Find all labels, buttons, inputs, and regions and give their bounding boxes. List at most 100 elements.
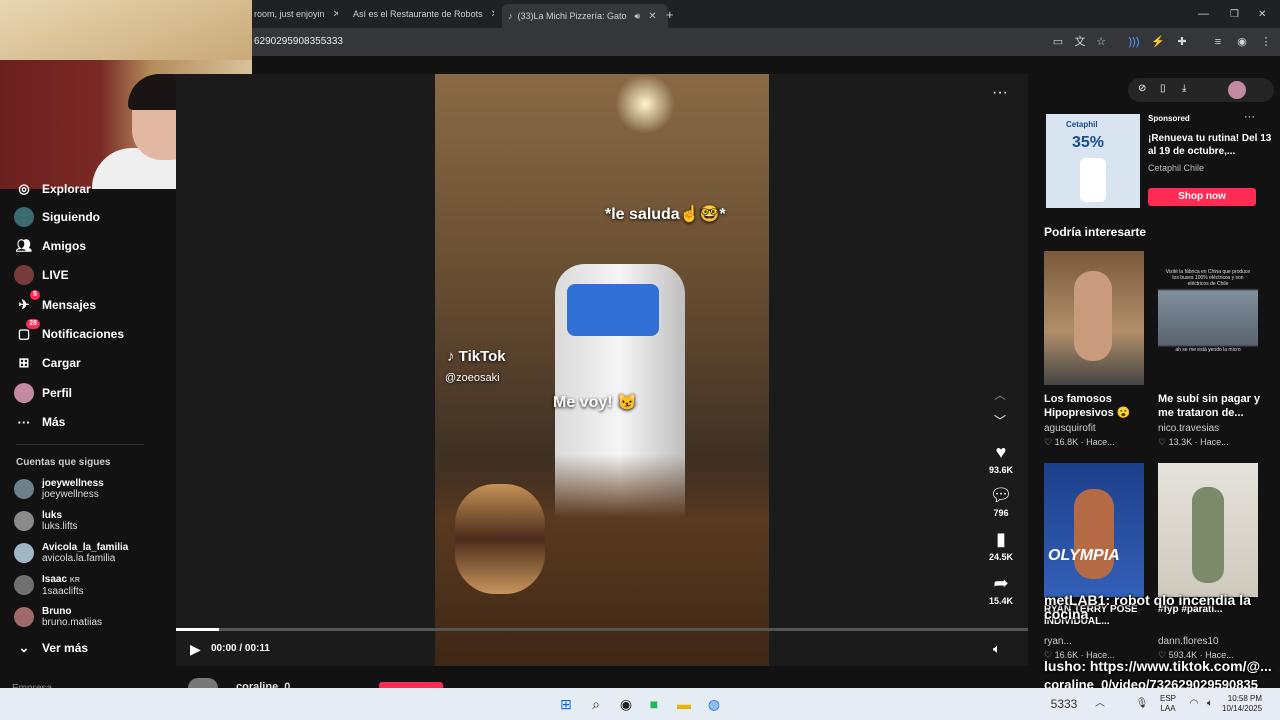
device-icon[interactable]: ▯ <box>1160 83 1166 94</box>
nav-label: Notificaciones <box>42 327 125 341</box>
search-icon[interactable]: ⌕ <box>588 696 604 712</box>
suggestion-user[interactable]: nico.travesias <box>1158 423 1219 434</box>
star-icon[interactable]: ☆ <box>1093 34 1109 50</box>
watermark-user: @zoeosaki <box>445 372 500 384</box>
see-more-button[interactable]: ⌄ Ver más <box>14 636 89 660</box>
windows-start-icon[interactable]: ⊞ <box>558 696 574 712</box>
suggestion-user[interactable]: dann.flores10 <box>1158 636 1219 647</box>
browser-tab-3-active[interactable]: ♪ (33)La Michi Pizzería: Gato 🔊︎ ✕ <box>502 4 668 28</box>
wifi-icon[interactable]: ◠ <box>1186 696 1202 712</box>
chevron-up-icon[interactable]: ︿ <box>1092 696 1108 712</box>
comment-action[interactable]: 💬︎ 796 <box>985 485 1017 518</box>
author-avatar[interactable] <box>188 678 218 688</box>
account-name: Isaac <box>42 573 68 585</box>
sponsored-thumbnail[interactable]: Cetaphil 35% <box>1046 114 1140 208</box>
file-explorer-icon[interactable]: ▬ <box>676 696 692 712</box>
progress-bar[interactable] <box>176 628 1028 631</box>
sponsored-more-icon[interactable]: ··· <box>1244 111 1255 123</box>
cast-icon[interactable]: ▭ <box>1050 34 1066 50</box>
language-indicator[interactable]: ESP LAA <box>1160 694 1176 714</box>
suggestion-user[interactable]: ryan... <box>1044 636 1072 647</box>
nav-cargar[interactable]: ⊞ Cargar <box>14 351 81 375</box>
coins-icon[interactable]: ⊘ <box>1138 83 1146 94</box>
volume-icon[interactable]: 🔈︎ <box>993 641 1001 657</box>
nav-label: Perfil <box>42 386 73 400</box>
app-icon-green[interactable]: ■ <box>646 696 662 712</box>
sponsored-advertiser[interactable]: Cetaphil Chile <box>1148 163 1204 173</box>
bookmark-icon: ▮ <box>996 529 1006 549</box>
suggestion-thumbnail[interactable]: OLYMPIA <box>1044 463 1144 597</box>
live-icon <box>14 265 34 285</box>
likes: 13.3K <box>1168 437 1193 447</box>
extension-icon[interactable]: ⚡ <box>1150 34 1166 50</box>
translate-icon[interactable]: 文 <box>1072 34 1088 50</box>
new-tab-button[interactable]: + <box>666 4 674 24</box>
nav-label: Amigos <box>42 239 87 253</box>
suggestion-title[interactable]: Me subí sin pagar y me trataron de... <box>1158 392 1264 420</box>
extension-audio-icon[interactable]: ))) <box>1126 34 1142 50</box>
bookmark-action[interactable]: ▮ 24.5K <box>985 529 1017 562</box>
suggestion-thumbnail[interactable] <box>1158 463 1258 597</box>
sponsored-title[interactable]: ¡Renueva tu rutina! Del 13 al 19 de octu… <box>1148 132 1272 158</box>
following-account[interactable]: Bruno bruno.matiias <box>14 604 102 630</box>
nav-live[interactable]: LIVE <box>14 263 69 287</box>
share-action[interactable]: ➦ 15.4K <box>985 573 1017 606</box>
nav-label: Explorar <box>42 182 91 196</box>
restore-icon[interactable]: ❐ <box>1230 4 1239 24</box>
download-icon[interactable]: ⤓ <box>1182 83 1186 94</box>
nav-label: Mensajes <box>42 298 97 312</box>
chrome-icon[interactable]: ◍ <box>706 696 722 712</box>
stream-chat-line: 5333 <box>1050 697 1078 711</box>
close-tab-icon[interactable]: ✕ <box>491 9 494 20</box>
suggestion-thumbnail[interactable] <box>1044 251 1144 385</box>
left-sidebar: ◎ Explorar Siguiendo 👥︎ Amigos LIVE ✈ 5 Mens… <box>0 181 176 694</box>
previous-video-icon[interactable]: ︿ <box>994 386 1006 403</box>
suggestion-title[interactable]: Los famosos Hipopresivos 😮 <box>1044 392 1144 420</box>
following-account[interactable]: Isaac KR 1saaclifts <box>14 572 84 598</box>
thumb-person <box>1192 487 1224 583</box>
nav-mas[interactable]: ··· Más <box>14 410 66 434</box>
nav-perfil[interactable]: Perfil <box>14 381 72 405</box>
following-account[interactable]: joeywellness joeywellness <box>14 476 104 502</box>
close-tab-icon[interactable]: ✕ <box>648 11 656 22</box>
nav-amigos[interactable]: 👥︎ Amigos <box>14 234 86 258</box>
suggestion-user[interactable]: agusquirofit <box>1044 423 1096 434</box>
nav-label: LIVE <box>42 268 69 282</box>
messages-icon: ✈ 5 <box>14 290 40 315</box>
following-account[interactable]: Avicola_la_familia avicola.la.familia <box>14 540 128 566</box>
avatar <box>14 511 34 531</box>
clock[interactable]: 10:58 PM 10/14/2025 <box>1222 694 1262 714</box>
nav-siguiendo[interactable]: Siguiendo <box>14 205 100 229</box>
minimize-icon[interactable]: — <box>1198 4 1209 24</box>
heart-icon: ♡ <box>1158 437 1167 447</box>
nav-label: Cargar <box>42 356 81 370</box>
next-video-icon[interactable]: ﹀ <box>994 412 1006 429</box>
profile-icon[interactable]: ◉ <box>1234 34 1250 50</box>
nav-explorar[interactable]: ◎ Explorar <box>14 177 91 201</box>
extensions-puzzle-icon[interactable]: ✚ <box>1174 34 1190 50</box>
nav-mensajes[interactable]: ✈ 5 Mensajes <box>14 290 97 317</box>
thumb-person <box>1074 271 1112 361</box>
author-name[interactable]: coraline_0 <box>236 681 290 688</box>
play-icon[interactable]: ▶ <box>190 641 201 658</box>
shop-now-button[interactable]: Shop now <box>1148 188 1256 206</box>
app-icon-obs[interactable]: ◉ <box>618 696 634 712</box>
browser-tab-2[interactable]: Así es el Restaurante de Robots ✕ <box>348 4 494 24</box>
more-options-icon[interactable]: ··· <box>992 84 1008 102</box>
menu-kebab-icon[interactable]: ⋮ <box>1258 34 1274 50</box>
video-frame[interactable]: *le saluda☝️🤓* Me voy! 😼 ♪ TikTok @zoeos… <box>435 74 769 666</box>
following-section-title: Cuentas que sigues <box>16 457 111 468</box>
user-avatar[interactable] <box>1228 81 1246 99</box>
audio-icon[interactable]: 🔊︎ <box>635 11 641 22</box>
suggestion-thumbnail[interactable]: Visité la fábrica en China que produce l… <box>1158 251 1258 385</box>
nav-notificaciones[interactable]: ▢ 28 Notificaciones <box>14 319 125 346</box>
window-close-icon[interactable]: ✕ <box>1258 4 1266 24</box>
following-account[interactable]: luks luks.lifts <box>14 508 78 534</box>
close-tab-icon[interactable]: ✕ <box>333 9 338 20</box>
url-field[interactable]: 6290295908355333 <box>254 36 343 47</box>
like-action[interactable]: ♥ 93.6K <box>985 442 1017 475</box>
browser-tab-1[interactable]: room, just enjoyin ✕ <box>254 4 338 24</box>
media-icon[interactable]: ≡ <box>1210 34 1226 50</box>
speaker-icon[interactable]: 🔈︎ <box>1202 696 1218 712</box>
microphone-icon[interactable]: 🎙︎ <box>1134 696 1150 712</box>
